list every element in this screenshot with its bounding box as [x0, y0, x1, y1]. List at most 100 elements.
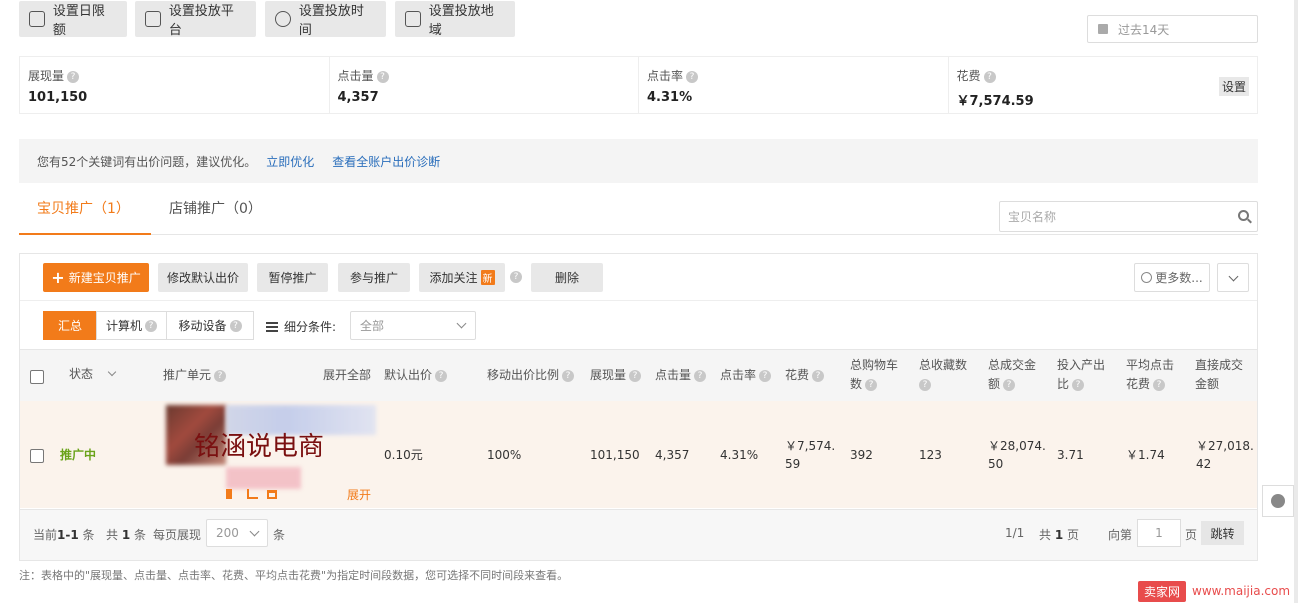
pause-promotion-button[interactable]: 暂停推广	[257, 263, 328, 292]
cell-cost-line1: ￥7,574.	[785, 439, 836, 453]
expand-link[interactable]: 展开	[347, 486, 371, 504]
segment-computer[interactable]: 计算机?	[96, 311, 167, 340]
join-promotion-button[interactable]: 参与推广	[338, 263, 410, 292]
trash-icon[interactable]	[267, 490, 277, 499]
help-icon[interactable]: ?	[214, 369, 227, 382]
per-page-select[interactable]: 200	[206, 519, 268, 547]
help-icon[interactable]: ?	[686, 70, 699, 83]
help-icon[interactable]: ?	[229, 319, 242, 332]
help-icon[interactable]: ?	[759, 369, 772, 382]
delete-button[interactable]: 删除	[531, 263, 603, 292]
cell-gmv-line1: ￥28,074.	[988, 439, 1046, 453]
set-time-button[interactable]: 设置投放时间	[265, 1, 386, 38]
help-icon[interactable]: ?	[435, 369, 448, 382]
feedback-float-button[interactable]	[1262, 485, 1294, 517]
help-icon[interactable]: ?	[510, 271, 522, 283]
col-cost-label: 花费	[785, 368, 810, 382]
help-icon[interactable]: ?	[1072, 378, 1085, 391]
watermark-tag: 卖家网	[1138, 580, 1187, 602]
cell-cost-line2: 59	[785, 457, 801, 471]
stat-label: 花费	[956, 69, 981, 83]
page-scrollbar[interactable]	[1294, 0, 1298, 603]
col-mobile-ratio-label: 移动出价比例	[487, 368, 560, 382]
more-data-button[interactable]: 更多数...	[1134, 263, 1210, 292]
help-icon[interactable]: ?	[1003, 378, 1016, 391]
stats-settings-button[interactable]: 设置	[1218, 77, 1249, 96]
row-checkbox[interactable]	[30, 449, 44, 463]
help-icon[interactable]: ?	[629, 369, 642, 382]
table-row[interactable]: 推广中 铭涵说电商 展开 0.10元 100% 101,150 4,357 4.…	[20, 401, 1257, 508]
total-count: 共 1 条	[106, 526, 146, 543]
help-icon[interactable]: ?	[1153, 378, 1166, 391]
per-page-label: 每页展现	[153, 528, 202, 542]
collapse-toggle-button[interactable]	[1217, 263, 1249, 292]
help-icon[interactable]: ?	[919, 378, 931, 391]
stat-value: ￥7,574.59	[956, 94, 1034, 109]
notice-text: 您有52个关键词有出价问题，建议优化。	[37, 154, 257, 169]
chevron-down-icon	[1228, 271, 1238, 281]
filter-value: 全部	[360, 319, 385, 333]
filter-condition-select[interactable]: 全部	[350, 311, 476, 340]
help-icon[interactable]: ?	[865, 378, 878, 391]
help-icon[interactable]: ?	[812, 369, 825, 382]
help-icon[interactable]: ?	[562, 369, 575, 382]
goto-page-input[interactable]: 1	[1137, 519, 1181, 547]
help-icon[interactable]: ?	[67, 70, 80, 83]
tab-shop-promotion[interactable]: 店铺推广（0）	[169, 186, 279, 235]
set-daily-limit-button[interactable]: 设置日限额	[19, 1, 127, 38]
total-pages-suffix: 页	[1067, 528, 1080, 542]
set-region-button[interactable]: 设置投放地域	[395, 1, 515, 38]
report-icon[interactable]	[247, 489, 258, 499]
per-page-value: 200	[216, 526, 239, 540]
segment-mobile[interactable]: 移动设备?	[166, 311, 254, 340]
help-icon[interactable]: ?	[983, 70, 996, 83]
col-gmv-label: 总成交金	[988, 358, 1037, 372]
optimize-now-link[interactable]: 立即优化	[266, 153, 314, 170]
jump-button[interactable]: 跳转	[1201, 521, 1244, 545]
set-region-label: 设置投放地域	[428, 4, 494, 38]
col-direct: 直接成交 金额	[1195, 356, 1243, 394]
product-subtitle-blurred	[226, 467, 301, 489]
current-range-value: 1-1	[57, 528, 79, 542]
help-icon[interactable]: ?	[145, 319, 157, 332]
date-range-value: 过去14天	[1118, 22, 1170, 37]
search-icon[interactable]	[1238, 210, 1249, 221]
help-icon[interactable]: ?	[376, 70, 389, 83]
cell-default-bid[interactable]: 0.10元	[384, 446, 423, 464]
list-icon	[266, 321, 278, 332]
segment-summary[interactable]: 汇总	[43, 311, 97, 340]
stat-cost: 花费? ￥7,574.59 设置	[949, 57, 1258, 113]
new-promotion-label: 新建宝贝推广	[68, 271, 141, 285]
col-gmv-label-2: 额	[988, 377, 1001, 391]
cell-gmv-line2: 50	[988, 457, 1004, 471]
cell-cost: ￥7,574. 59	[785, 437, 835, 473]
stat-clicks: 点击量? 4,357	[330, 57, 639, 113]
bid-diagnosis-link[interactable]: 查看全账户出价诊断	[332, 153, 440, 170]
new-badge: 新	[480, 270, 495, 285]
segment-mobile-label: 移动设备	[178, 319, 227, 333]
current-prefix: 当前	[33, 528, 58, 542]
pause-icon[interactable]	[226, 489, 232, 499]
col-cpc-label-2: 花费	[1126, 377, 1151, 391]
tab-item-promotion[interactable]: 宝贝推广（1）	[19, 186, 151, 235]
col-clicks: 点击量?	[655, 366, 707, 385]
set-platform-button[interactable]: 设置投放平台	[135, 1, 256, 38]
col-direct-label: 直接成交	[1195, 358, 1244, 372]
date-range-select[interactable]: 过去14天	[1087, 15, 1258, 43]
select-all-checkbox[interactable]	[30, 370, 44, 384]
col-gmv: 总成交金额?	[988, 356, 1036, 394]
total-pages-prefix: 共	[1039, 528, 1052, 542]
new-item-promotion-button[interactable]: + 新建宝贝推广	[43, 263, 149, 292]
cell-gmv: ￥28,074. 50	[988, 437, 1046, 473]
col-impressions: 展现量?	[590, 366, 642, 385]
col-cpc-label: 平均点击	[1126, 358, 1175, 372]
help-icon[interactable]: ?	[694, 369, 707, 382]
modify-default-bid-button[interactable]: 修改默认出价	[158, 263, 248, 292]
add-follow-button[interactable]: 添加关注 新	[419, 263, 505, 292]
item-search-input[interactable]: 宝贝名称	[999, 201, 1258, 232]
stat-ctr: 点击率? 4.31%	[639, 57, 949, 113]
col-status[interactable]: 状态	[69, 365, 117, 384]
feedback-icon	[1271, 494, 1285, 508]
expand-all-link[interactable]: 展开全部	[323, 366, 371, 385]
cell-direct-line1: ￥27,018.	[1196, 439, 1254, 453]
